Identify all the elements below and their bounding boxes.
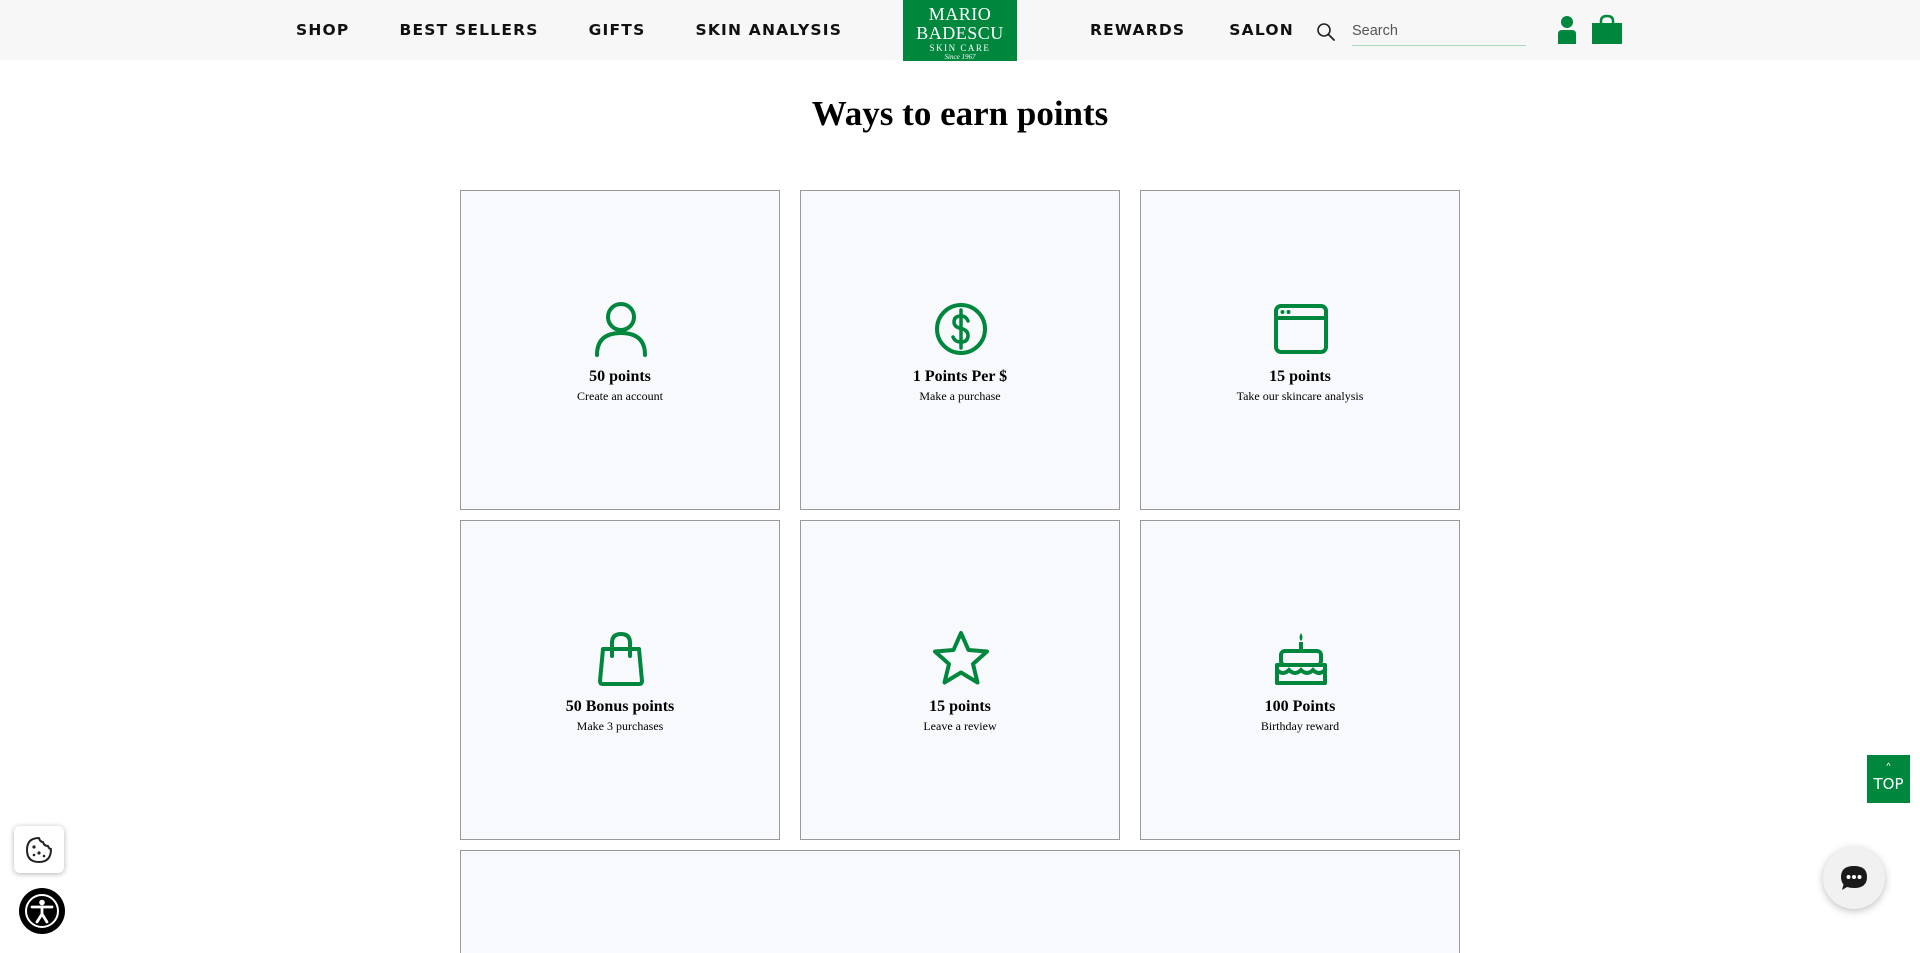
card-points: 1 Points Per $ [912,368,1008,385]
card-description: Take our skincare analysis [1236,389,1364,403]
site-header: SHOP BEST SELLERS GIFTS SKIN ANALYSIS MA… [0,0,1920,61]
search-input[interactable] [1352,18,1526,46]
earn-card-review[interactable]: 15 points Leave a review [800,520,1120,840]
star-icon [933,631,989,685]
nav-skin-analysis[interactable]: SKIN ANALYSIS [695,21,842,39]
cookie-settings-button[interactable] [14,826,64,873]
card-points: 50 points [589,368,651,385]
card-description: Create an account [577,389,663,403]
search-bar [1316,18,1526,46]
brand-logo[interactable]: MARIO BADESCU SKIN CARE Since 1967 [903,0,1017,61]
nav-best-sellers[interactable]: BEST SELLERS [399,21,538,39]
card-points: 15 points [1269,368,1331,385]
earn-card-birthday[interactable]: 100 Points Birthday reward [1140,520,1460,840]
logo-line-3: SKIN CARE [929,43,991,53]
logo-line-4: Since 1967 [944,53,976,61]
chat-icon [1841,866,1867,890]
card-description: Make a purchase [919,389,1001,403]
chevron-up-icon: ^ [1886,761,1891,771]
card-points: 15 points [929,698,991,715]
logo-line-1: MARIO [928,4,992,24]
cookie-icon [26,837,52,863]
card-points: 100 Points [1264,698,1336,715]
user-icon[interactable] [1556,15,1578,45]
primary-nav-right: REWARDS SALON [1090,0,1338,60]
nav-salon[interactable]: SALON [1229,21,1294,39]
page-title: Ways to earn points [811,94,1109,133]
logo-line-2: BADESCU [916,23,1004,43]
earn-card-skin-analysis[interactable]: 15 points Take our skincare analysis [1140,190,1460,510]
earn-card-wide [460,850,1460,953]
dollar-icon [935,303,987,355]
chat-button[interactable] [1823,847,1885,909]
earn-card-create-account[interactable]: 50 points Create an account [460,190,780,510]
nav-rewards[interactable]: REWARDS [1090,21,1185,39]
accessibility-button[interactable] [19,888,65,934]
browser-window-icon [1274,304,1328,354]
earn-card-bonus-purchases[interactable]: 50 Bonus points Make 3 purchases [460,520,780,840]
card-description: Leave a review [923,719,997,733]
nav-gifts[interactable]: GIFTS [589,21,646,39]
nav-shop[interactable]: SHOP [296,21,349,39]
shopping-bag-icon[interactable] [1591,14,1623,45]
user-icon [595,302,647,357]
shopping-bag-icon [598,631,644,686]
card-description: Make 3 purchases [576,719,664,733]
back-to-top-button[interactable]: ^ TOP [1867,755,1910,803]
card-points: 50 Bonus points [565,698,675,715]
earn-card-purchase[interactable]: 1 Points Per $ Make a purchase [800,190,1120,510]
card-description: Birthday reward [1260,719,1340,733]
back-to-top-label: TOP [1873,775,1904,793]
search-icon[interactable] [1316,22,1336,42]
birthday-cake-icon [1275,633,1327,685]
accessibility-icon [25,894,59,928]
primary-nav-left: SHOP BEST SELLERS GIFTS SKIN ANALYSIS [296,0,892,60]
